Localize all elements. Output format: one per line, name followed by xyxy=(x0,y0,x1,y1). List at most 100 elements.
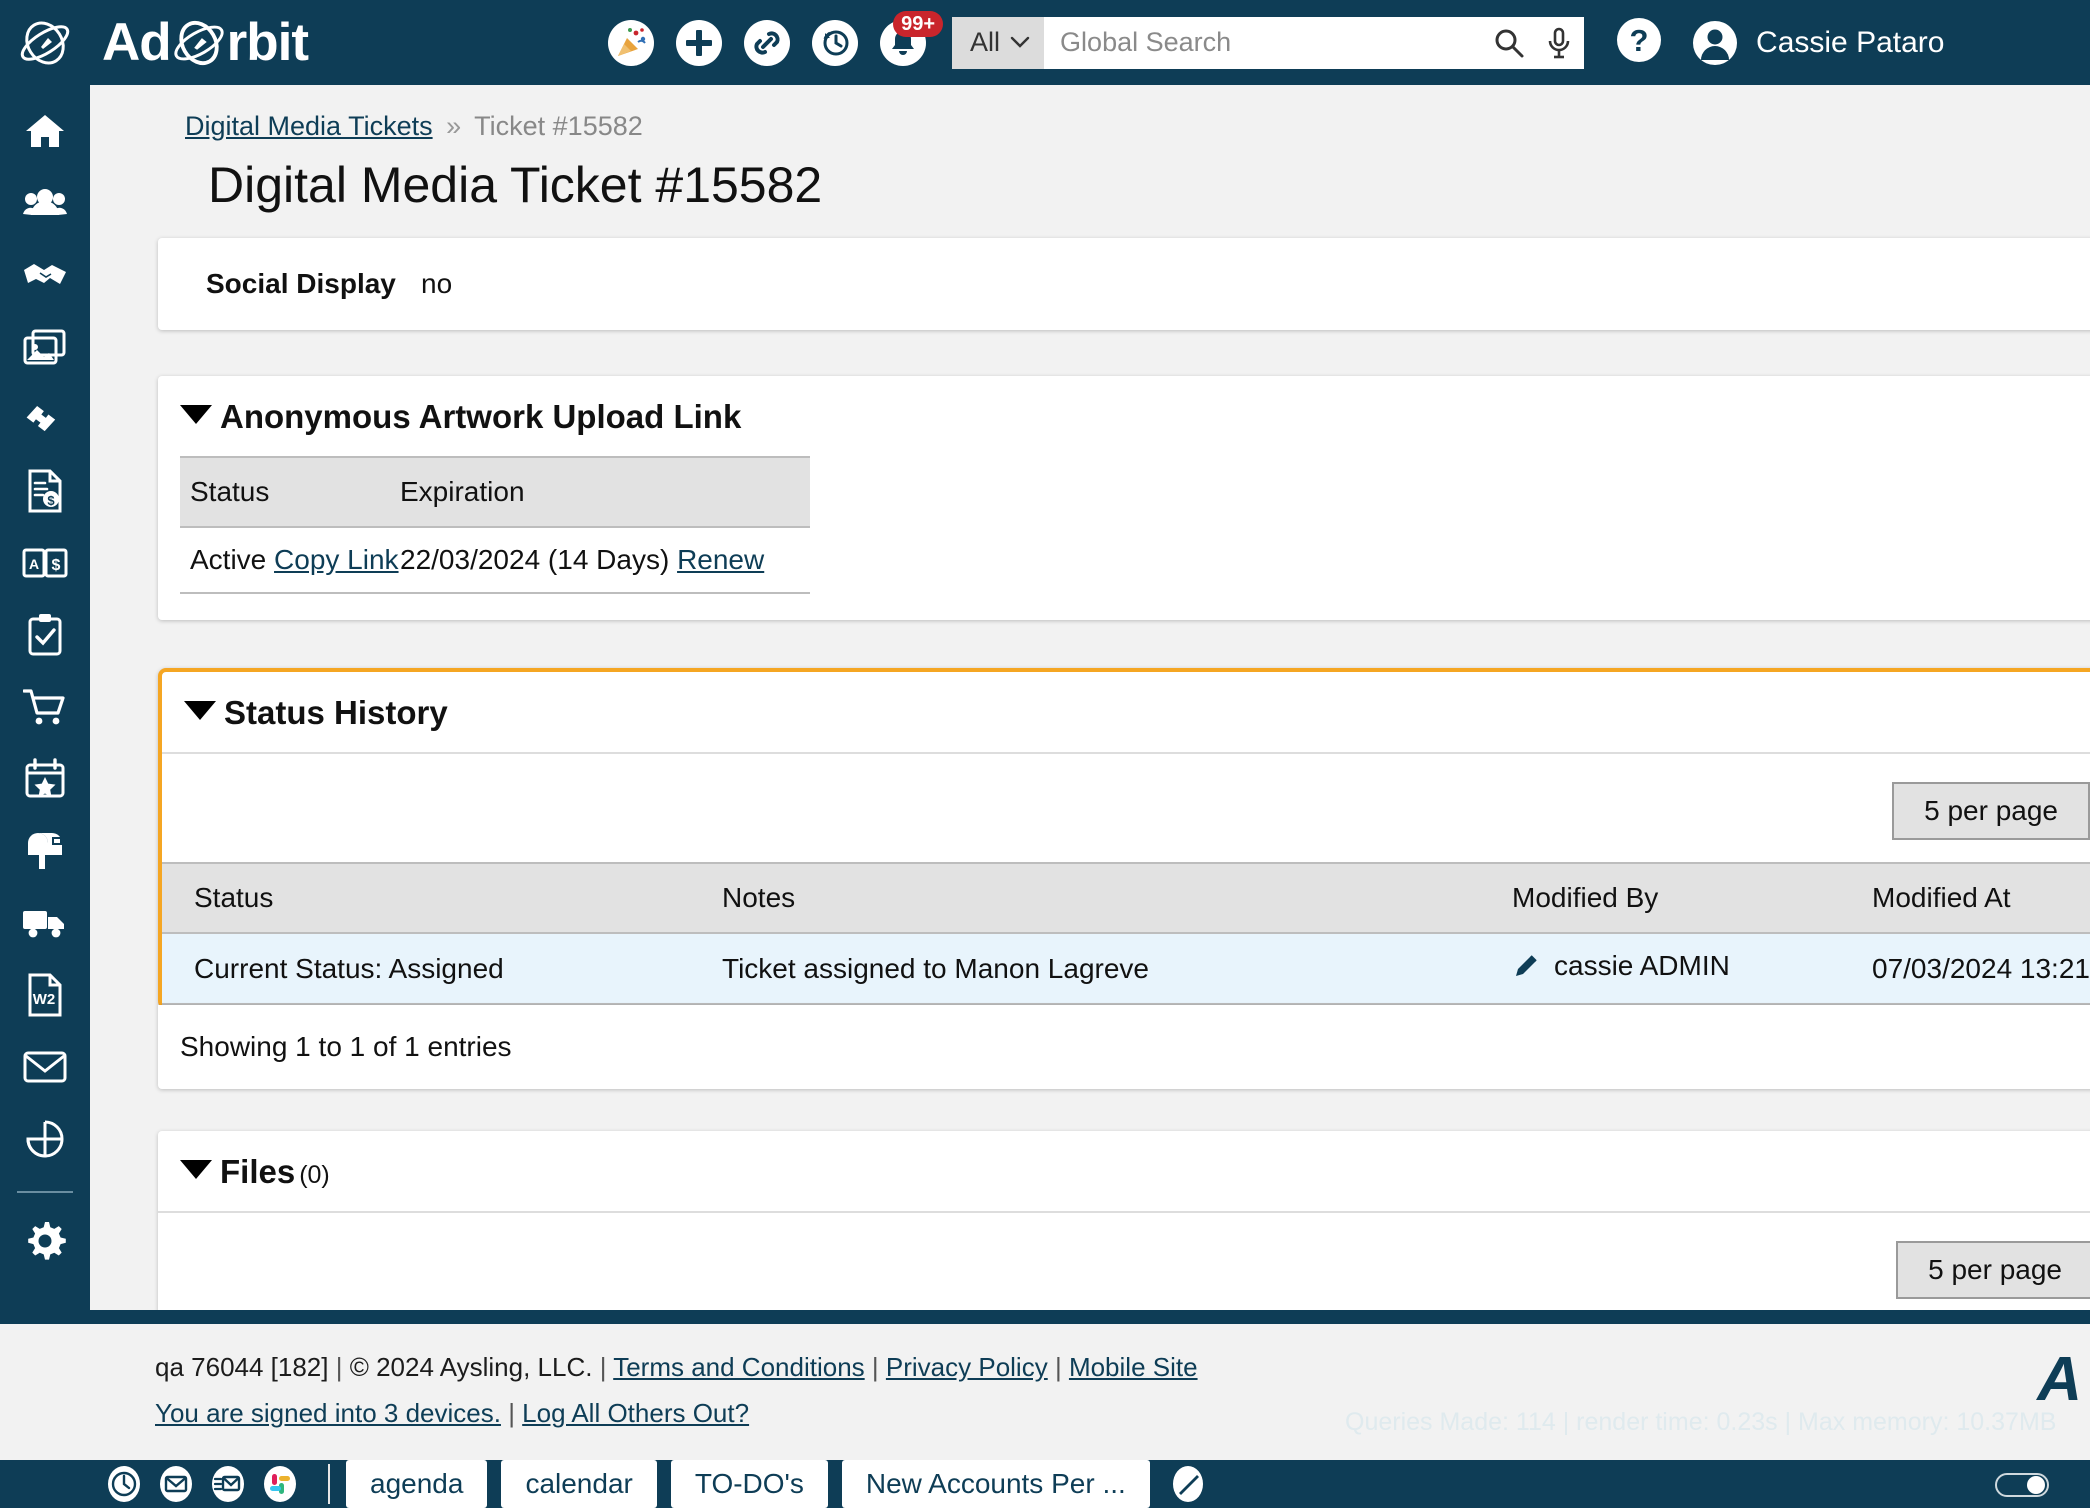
clock-icon[interactable] xyxy=(104,1464,144,1504)
brand-logo-mark[interactable] xyxy=(0,0,90,85)
status-history-showing-label: Showing 1 to 1 of 1 entries xyxy=(180,1031,512,1062)
upload-status-cell: Active Copy Link xyxy=(180,527,400,594)
history-clock-icon[interactable] xyxy=(812,19,859,66)
modified-by-value: cassie ADMIN xyxy=(1554,950,1730,981)
status-history-header-row: Status Notes Modified By Modified At xyxy=(162,862,2090,934)
status-history-title: Status History xyxy=(224,694,448,731)
toggle-icon[interactable] xyxy=(1994,1468,2050,1500)
renew-link-action[interactable]: Renew xyxy=(677,544,764,575)
plus-icon[interactable] xyxy=(676,19,723,66)
shopping-cart-icon xyxy=(23,689,65,725)
footer-top-strip xyxy=(0,1310,2090,1324)
sidebar-item-reports[interactable] xyxy=(0,1103,90,1175)
sidebar-item-tickets[interactable] xyxy=(0,383,90,455)
search-scope-label: All xyxy=(970,27,1001,57)
sidebar-item-events[interactable] xyxy=(0,743,90,815)
taskbar-button-calendar[interactable]: calendar xyxy=(501,1460,657,1508)
slack-icon[interactable] xyxy=(260,1464,300,1504)
brand-text-suffix: rbit xyxy=(226,13,309,72)
home-icon xyxy=(26,115,64,147)
brand-wordmark[interactable]: Ad rbit xyxy=(102,12,309,73)
sidebar-item-media[interactable] xyxy=(0,311,90,383)
anonymous-upload-section-header[interactable]: Anonymous Artwork Upload Link xyxy=(158,376,2090,456)
search-scope-select[interactable]: All xyxy=(952,16,1045,69)
sidebar-item-accounts-payable[interactable]: A $ xyxy=(0,527,90,599)
bottom-taskbar: agenda calendar TO-DO's New Accounts Per… xyxy=(0,1460,2090,1508)
files-per-page-select[interactable]: 5 per page xyxy=(1896,1241,2090,1299)
modified-by-cell: cassie ADMIN xyxy=(1512,933,1872,1005)
pie-chart-icon xyxy=(26,1120,64,1158)
footer-info-line: qa 76044 [182] | © 2024 Aysling, LLC. | … xyxy=(155,1352,1198,1382)
taskbar-button-agenda[interactable]: agenda xyxy=(346,1460,488,1508)
envelope-icon xyxy=(23,1051,67,1083)
sidebar-item-home[interactable] xyxy=(0,95,90,167)
sidebar-item-shipping[interactable] xyxy=(0,887,90,959)
col-status: Status xyxy=(180,456,400,528)
copy-link-action[interactable]: Copy Link xyxy=(274,544,399,575)
calendar-star-icon xyxy=(25,758,65,798)
status-history-footer-card: Showing 1 to 1 of 1 entries xyxy=(158,1005,2090,1089)
planet-logo-icon xyxy=(20,21,70,64)
gear-icon xyxy=(28,1222,66,1260)
col-modified-at[interactable]: Modified At xyxy=(1872,862,2090,934)
pencil-icon[interactable] xyxy=(1168,1464,1208,1504)
sidebar-item-contacts[interactable] xyxy=(0,167,90,239)
bell-icon[interactable]: 99+ xyxy=(880,10,944,66)
mail-list-icon[interactable] xyxy=(208,1464,248,1504)
taskbar-button-new-accounts[interactable]: New Accounts Per ... xyxy=(841,1460,1150,1508)
edit-pencil-icon[interactable] xyxy=(1512,952,1540,980)
col-notes[interactable]: Notes xyxy=(722,862,1512,934)
party-popper-icon[interactable] xyxy=(608,19,655,66)
table-row[interactable]: Current Status: Assigned Ticket assigned… xyxy=(162,933,2090,1005)
avatar xyxy=(1693,20,1738,65)
sidebar-item-deals[interactable] xyxy=(0,239,90,311)
envelope-boxed-icon[interactable] xyxy=(156,1464,196,1504)
svg-text:A: A xyxy=(29,556,39,572)
link-icon[interactable] xyxy=(744,19,791,66)
footer-logout-others-link[interactable]: Log All Others Out? xyxy=(522,1398,749,1428)
sidebar-item-mailbox[interactable] xyxy=(0,815,90,887)
microphone-icon[interactable] xyxy=(1534,16,1585,69)
sidebar-item-email[interactable] xyxy=(0,1031,90,1103)
breadcrumb-link-tickets[interactable]: Digital Media Tickets xyxy=(185,111,433,141)
brand-planet-o-icon xyxy=(174,20,224,65)
sidebar-item-invoices[interactable]: $ xyxy=(0,455,90,527)
search-icon[interactable] xyxy=(1484,16,1535,69)
col-status[interactable]: Status xyxy=(162,862,722,934)
status-history-section-header[interactable]: Status History xyxy=(162,672,2090,752)
footer-link-privacy[interactable]: Privacy Policy xyxy=(886,1352,1048,1382)
status-history-per-page-select[interactable]: 5 per page xyxy=(1892,782,2090,840)
sidebar-item-orders[interactable] xyxy=(0,671,90,743)
chevron-down-icon[interactable] xyxy=(180,1160,212,1179)
truck-icon xyxy=(23,911,64,938)
col-modified-by[interactable]: Modified By xyxy=(1512,862,1872,934)
files-title: Files xyxy=(220,1153,296,1190)
user-menu[interactable]: Cassie Pataro xyxy=(1690,18,1944,68)
social-display-label: Social Display xyxy=(206,268,396,299)
upload-expiration-cell: 22/03/2024 (14 Days) Renew xyxy=(400,527,810,594)
footer: qa 76044 [182] | © 2024 Aysling, LLC. | … xyxy=(0,1324,2090,1460)
status-history-table: Status Notes Modified By Modified At Cur… xyxy=(162,862,2090,1005)
help-button[interactable]: ? xyxy=(1614,15,1664,70)
sidebar-item-tasks[interactable] xyxy=(0,599,90,671)
top-header-bar: Ad rbit 99+ All Global Search ? Cassie P… xyxy=(0,0,2090,85)
search-input[interactable] xyxy=(1044,16,1485,69)
footer-link-terms[interactable]: Terms and Conditions xyxy=(613,1352,864,1382)
svg-text:?: ? xyxy=(1630,23,1649,58)
upload-link-header-row: Status Expiration xyxy=(180,456,810,528)
footer-devices-link[interactable]: You are signed into 3 devices. xyxy=(155,1398,501,1428)
people-icon xyxy=(23,189,67,215)
sidebar-item-w2[interactable]: W2 xyxy=(0,959,90,1031)
sidebar-divider xyxy=(17,1191,73,1193)
col-expiration: Expiration xyxy=(400,456,810,528)
images-icon xyxy=(23,329,66,365)
social-display-field-row: Social Display no xyxy=(158,238,2090,300)
sidebar-item-settings[interactable] xyxy=(0,1205,90,1277)
w2-document-icon: W2 xyxy=(28,973,62,1017)
footer-link-mobile[interactable]: Mobile Site xyxy=(1069,1352,1198,1382)
chevron-down-icon[interactable] xyxy=(184,701,216,720)
files-section-header[interactable]: Files (0) xyxy=(158,1131,2090,1211)
chevron-down-icon[interactable] xyxy=(180,405,212,424)
taskbar-button-todos[interactable]: TO-DO's xyxy=(670,1460,828,1508)
svg-text:$: $ xyxy=(52,557,61,574)
